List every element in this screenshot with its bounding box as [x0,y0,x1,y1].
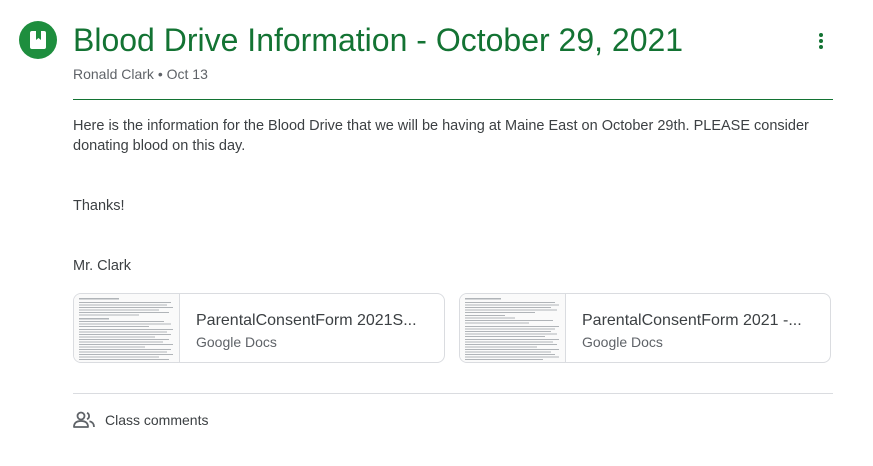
attachment-info: ParentalConsentForm 2021S... Google Docs [180,294,417,362]
post-body-signature: Mr. Clark [73,258,131,274]
more-options-button[interactable] [808,28,834,54]
attachment-info: ParentalConsentForm 2021 -... Google Doc… [566,294,802,362]
attachment-card[interactable]: ParentalConsentForm 2021 -... Google Doc… [459,293,831,363]
author-name: Ronald Clark [73,66,154,82]
post-date: Oct 13 [166,66,208,82]
attachment-thumbnail [460,294,566,362]
attachment-type: Google Docs [582,334,663,350]
page-title: Blood Drive Information - October 29, 20… [73,22,684,58]
more-vert-icon [819,33,823,49]
comments-divider [73,393,833,394]
attachment-type: Google Docs [196,334,277,350]
attachment-card[interactable]: ParentalConsentForm 2021S... Google Docs [73,293,445,363]
post-body-thanks: Thanks! [73,198,125,214]
class-comments-label: Class comments [105,412,209,428]
class-comments-button[interactable]: Class comments [73,411,208,429]
attachment-name[interactable]: ParentalConsentForm 2021S... [196,310,417,332]
assignment-icon [19,21,57,59]
title-divider [73,99,833,100]
post-body-paragraph: Here is the information for the Blood Dr… [73,118,809,154]
bookmark-icon [30,31,46,49]
attachment-name[interactable]: ParentalConsentForm 2021 -... [582,310,802,332]
people-icon [73,411,95,428]
meta-separator: • [157,66,163,82]
post-meta: Ronald Clark • Oct 13 [73,65,208,83]
attachment-thumbnail [74,294,180,362]
